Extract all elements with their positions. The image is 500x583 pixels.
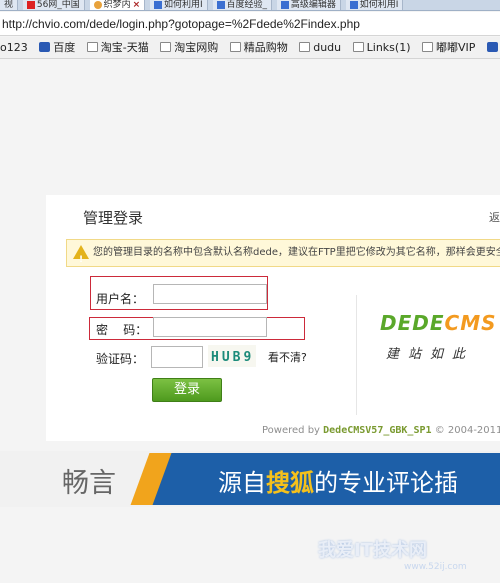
logo-text-a: DEDE <box>380 311 445 335</box>
banner-text-b: 的专业评论插 <box>314 469 458 497</box>
folder-icon <box>352 42 364 52</box>
watermark-url: www.52ij.com <box>404 562 467 572</box>
banner-text: 源自搜狐的专业评论插 <box>218 463 458 498</box>
warning-text: 您的管理目录的名称中包含默认名称dede，建议在FTP里把它修改为其它名称，那样… <box>93 247 500 258</box>
captcha-image[interactable]: HUB9 <box>208 345 256 367</box>
powered-version[interactable]: DedeCMSV57_GBK_SP1 <box>323 425 431 436</box>
warning-icon <box>73 245 89 266</box>
browser-tab-active[interactable]: 织梦内 × <box>89 0 146 10</box>
back-link[interactable]: 返 <box>489 209 500 225</box>
watermark: 我爱IT技术网 <box>318 540 427 561</box>
dedecms-logo: DEDECMS <box>380 311 497 335</box>
captcha-input[interactable] <box>151 346 203 368</box>
bookmark-label: 百度 <box>53 41 76 54</box>
bookmark-label: 淘宝网购 <box>174 41 219 54</box>
username-label: 用户名： <box>96 292 145 306</box>
close-tab-icon[interactable]: × <box>133 0 141 10</box>
url-text[interactable]: http://chvio.com/dede/login.php?gotopage… <box>2 17 360 31</box>
bookmark-item[interactable]: 优客 <box>486 37 500 58</box>
folder-icon <box>299 42 311 52</box>
folder-icon <box>86 42 98 52</box>
bookmark-label: 淘宝-天猫 <box>100 41 149 54</box>
bookmark-label: dudu <box>313 41 342 54</box>
page-title: 管理登录 <box>83 209 144 227</box>
banner-brand: 畅言 <box>62 468 116 499</box>
browser-tab[interactable]: 如何利用I <box>150 0 208 10</box>
login-panel: 管理登录 返 您的管理目录的名称中包含默认名称dede，建议在FTP里把它修改为… <box>46 195 500 441</box>
tab-strip: 视 56网_中国 织梦内 × 如何利用I 百度经验_ 高级编辑器 如何利用I <box>0 0 500 11</box>
folder-icon <box>421 42 433 52</box>
paw-icon <box>486 42 498 52</box>
logo-text-b: CMS <box>444 311 497 335</box>
tab-label: 百度经验_ <box>226 0 268 10</box>
browser-tab[interactable]: 高级编辑器 <box>276 0 341 10</box>
tab-label: 视 <box>4 0 14 10</box>
username-input[interactable] <box>153 284 267 304</box>
paw-icon <box>39 42 51 52</box>
bookmark-item[interactable]: 嘟嘟VIP <box>421 37 476 58</box>
tab-label: 织梦内 <box>103 0 131 10</box>
bookmarks-bar: o123 百度 淘宝-天猫 淘宝网购 精品购物 dudu Links(1) 嘟嘟… <box>0 37 500 59</box>
bookmark-item[interactable]: dudu <box>299 37 342 58</box>
divider <box>356 295 357 415</box>
bookmark-item[interactable]: 精品购物 <box>229 37 288 58</box>
bookmark-item[interactable]: 淘宝-天猫 <box>86 37 149 58</box>
folder-icon <box>160 42 172 52</box>
password-label: 密 码： <box>96 323 148 337</box>
bookmark-label: Links(1) <box>366 41 411 54</box>
site-icon <box>154 0 163 9</box>
address-bar[interactable]: http://chvio.com/dede/login.php?gotopage… <box>0 12 500 36</box>
login-button[interactable]: 登录 <box>152 378 222 402</box>
bookmark-label: o123 <box>0 41 28 54</box>
bookmark-label: 嘟嘟VIP <box>435 41 476 54</box>
banner-text-highlight: 搜狐 <box>266 469 314 497</box>
bookmark-label: 精品购物 <box>243 41 288 54</box>
tab-label: 如何利用I <box>164 0 203 10</box>
site-icon <box>216 0 225 9</box>
bookmark-item[interactable]: o123 <box>0 37 28 58</box>
slogan: 建站如此 <box>386 347 475 362</box>
browser-tab[interactable]: 视 <box>0 0 19 10</box>
captcha-text: HUB9 <box>211 350 254 365</box>
ad-banner[interactable]: 畅言 源自搜狐的专业评论插 <box>0 451 500 507</box>
powered-suffix: © 2004-2011 <box>431 425 500 436</box>
bookmark-item[interactable]: 淘宝网购 <box>160 37 219 58</box>
tab-label: 如何利用I <box>359 0 399 10</box>
captcha-label: 验证码： <box>96 352 145 366</box>
browser-tab[interactable]: 56网_中国 <box>22 0 85 10</box>
site-icon <box>93 0 102 9</box>
tab-label: 高级编辑器 <box>290 0 336 10</box>
folder-icon <box>229 42 241 52</box>
browser-tab[interactable]: 如何利用I <box>345 0 404 10</box>
powered-prefix: Powered by <box>262 425 324 436</box>
password-input[interactable] <box>153 317 267 337</box>
site-icon <box>26 0 35 9</box>
site-icon <box>349 0 358 9</box>
bookmark-item[interactable]: Links(1) <box>352 37 411 58</box>
warning-banner: 您的管理目录的名称中包含默认名称dede，建议在FTP里把它修改为其它名称，那样… <box>66 239 500 267</box>
browser-tab[interactable]: 百度经验_ <box>212 0 273 10</box>
site-icon <box>280 0 289 9</box>
powered-by: Powered by DedeCMSV57_GBK_SP1 © 2004-201… <box>262 425 500 436</box>
bookmark-item[interactable]: 百度 <box>39 37 76 58</box>
tab-label: 56网_中国 <box>36 0 80 10</box>
refresh-captcha-link[interactable]: 看不清? <box>268 349 307 365</box>
banner-text-a: 源自 <box>218 469 266 497</box>
